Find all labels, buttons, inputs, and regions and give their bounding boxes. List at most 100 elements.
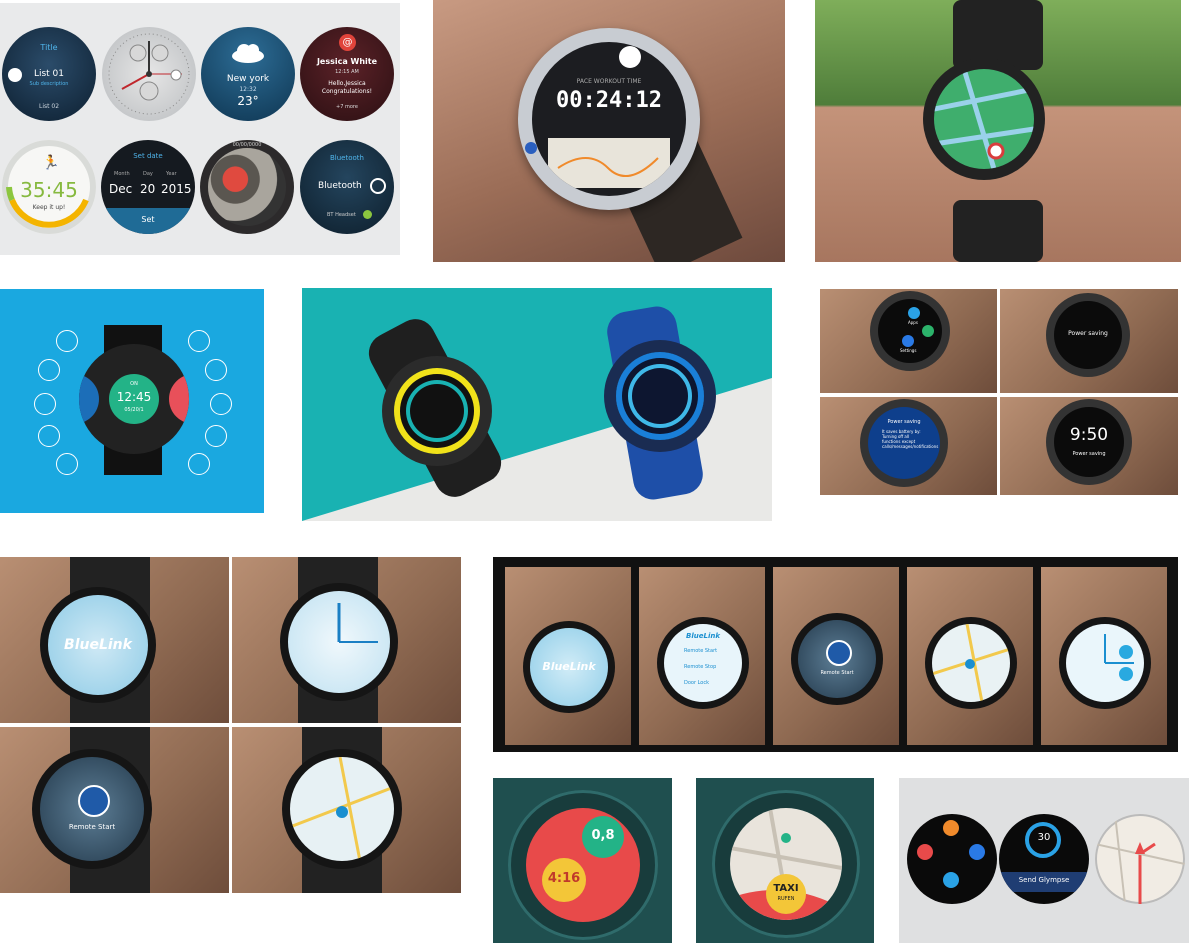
power-button[interactable] [78,785,110,817]
workout-face: 🏃 35:45 Keep it up! [2,140,96,234]
taxi-label-2: RUFEN [777,896,795,902]
map-watch-bezel [923,58,1045,180]
glympse-concept: 30 Send Glympse [899,778,1189,943]
list-item-2[interactable]: List 02 [2,103,96,110]
s3-time: 9:50 [1069,425,1109,445]
apps-icon[interactable] [205,359,227,381]
seq-watch-5 [1059,617,1151,709]
meter-time: 4:16 [547,871,581,886]
taxi-badge[interactable]: TAXI RUFEN [766,874,806,914]
bl-screen-2 [288,591,390,693]
seq-watch-1: BlueLink [523,621,615,713]
photo-label: 00/00/0000 [232,142,262,148]
s3-watch-3: Power saving It saves battery by: Turnin… [860,399,948,487]
power-saving-dialog-body: It saves battery by: Turning off all fun… [882,429,939,449]
seq-frame-2: BlueLink Remote Start Remote Stop Door L… [639,567,765,745]
remote-stop-item[interactable]: Remote Stop [684,664,716,670]
message-line-2: Congratulations! [321,88,373,95]
running-icon: 🏃 [42,155,60,171]
list-face: Title List 01 Sub description List 02 [2,27,96,121]
s3-photo-1: Apps Settings [820,289,997,393]
s3-screen-3: Power saving It saves battery by: Turnin… [868,407,940,479]
clock-icon[interactable] [188,330,210,352]
seq-brand-1: BlueLink [542,660,596,673]
microphone-icon[interactable] [188,453,210,475]
door-lock-item[interactable]: Door Lock [684,680,709,686]
taxi-label-1: TAXI [773,883,799,894]
contact-icon-1[interactable] [943,820,959,836]
compass-icon[interactable] [56,453,78,475]
phone-circle[interactable] [922,325,934,337]
pace-watch-photo: PACE WORKOUT TIME 00:24:12 [433,0,785,262]
bl-watch-2 [280,583,398,701]
s3-photo-2: Power saving [1000,289,1178,393]
route-line [557,157,659,177]
pace-watch-bezel: PACE WORKOUT TIME 00:24:12 [518,28,700,210]
workout-caption: Keep it up! [32,204,66,211]
book-icon[interactable] [205,425,227,447]
remote-start-item[interactable]: Remote Start [684,648,717,654]
analog-hands [108,33,190,115]
apps-circle[interactable] [908,307,920,319]
s3-watch-1: Apps Settings [870,291,950,371]
black-watch-screen [394,368,480,454]
brightness-icon[interactable] [34,393,56,415]
map-screen [934,69,1034,169]
bl-brand-1: BlueLink [64,637,132,653]
seq-brand-2: BlueLink [686,632,720,640]
volume-icon[interactable] [38,425,60,447]
phone-icon[interactable] [38,359,60,381]
col-day: Day [143,171,153,177]
seq-power-button[interactable] [826,640,852,666]
message-face: @ Jessica White 12:15 AM Hello,Jessica C… [300,27,394,121]
s3-power-saving-label: Power saving [1072,451,1106,457]
power-saving-option[interactable]: Power saving [1054,330,1122,337]
bluelink-photo-3: Remote Start [0,727,229,893]
pace-timer: 00:24:12 [556,88,662,113]
day-value[interactable]: 20 [140,182,155,196]
settings-circle[interactable] [902,335,914,347]
analog-face [102,27,196,121]
contact-icon-4[interactable] [943,872,959,888]
launcher-screen-left [79,374,99,424]
list-title: Title [40,43,58,52]
glympse-map-face [1095,814,1185,904]
bl-map-4 [290,757,394,861]
meter-yellow-bubble: 4:16 [542,858,586,902]
calendar-icon[interactable] [56,330,78,352]
watch-collage: { "panel1": { "face1": {"title": "Title"… [0,0,1189,943]
seq-frame-5 [1041,567,1167,745]
s3-photo-4: 9:50 Power saving [1000,397,1178,495]
year-value[interactable]: 2015 [161,182,192,196]
taxi-watch: TAXI RUFEN [712,790,860,938]
bluelink-photo-2 [232,557,461,723]
launcher-date: 05/20/1 [124,407,144,413]
seq-watch-2: BlueLink Remote Start Remote Stop Door L… [657,617,749,709]
bluetooth-device: BT Headset [327,212,356,218]
pace-dot-blue [525,142,537,154]
s3-screen-2: Power saving [1054,301,1122,369]
contact-icon-3[interactable] [969,844,985,860]
blue-watch-screen [616,352,704,440]
bl-screen-4 [290,757,394,861]
month-value[interactable]: Dec [109,182,132,196]
photo-image [208,148,286,226]
seq-screen-3: Remote Start [798,620,876,698]
map-roads [934,69,1034,169]
launcher-watch: ON 12:45 05/20/1 [79,344,189,454]
pace-screen: PACE WORKOUT TIME 00:24:12 [532,42,686,196]
contact-icon-2[interactable] [917,844,933,860]
s3-screen-1: Apps Settings [878,299,942,363]
pace-label: PACE WORKOUT TIME [576,78,642,85]
list-item-1[interactable]: List 01 [2,69,96,79]
location-icon[interactable] [210,393,232,415]
black-watch [382,356,492,466]
bl-watch-3: Remote Start [32,749,152,869]
meter-value: 0,8 [591,828,615,843]
message-more[interactable]: +7 more [300,104,394,110]
bluetooth-toggle[interactable] [370,178,386,194]
seq-map-4 [932,624,1010,702]
bluetooth-face: Bluetooth Bluetooth BT Headset [300,140,394,234]
bluetooth-title: Bluetooth [330,154,364,162]
seq-watch-4 [925,617,1017,709]
